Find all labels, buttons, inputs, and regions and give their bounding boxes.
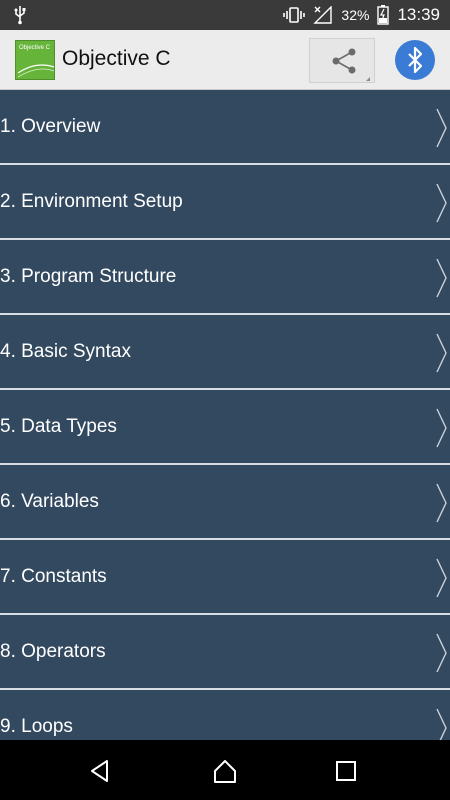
list-item[interactable]: 7. Constants [0, 540, 450, 615]
app-logo: Objective C [15, 40, 55, 80]
list-item-label: 7. Constants [0, 566, 107, 587]
list-item-label: 6. Variables [0, 491, 99, 512]
list-item[interactable]: 4. Basic Syntax [0, 315, 450, 390]
chevron-right-icon [436, 258, 447, 298]
list-item[interactable]: 6. Variables [0, 465, 450, 540]
chevron-right-icon [436, 633, 447, 673]
share-button[interactable] [309, 38, 375, 83]
list-item-label: 5. Data Types [0, 416, 117, 437]
list-item[interactable]: 3. Program Structure [0, 240, 450, 315]
list-item[interactable]: 5. Data Types [0, 390, 450, 465]
battery-percent: 32% [341, 7, 370, 23]
battery-icon [377, 5, 390, 25]
clock: 13:39 [397, 5, 440, 24]
list-item-label: 2. Environment Setup [0, 191, 183, 212]
back-icon[interactable] [87, 758, 113, 784]
app-title: Objective C [62, 47, 171, 70]
vibrate-icon [283, 7, 306, 23]
list-item[interactable]: 1. Overview [0, 90, 450, 165]
usb-icon [14, 6, 26, 25]
chevron-right-icon [436, 333, 447, 373]
list-item-label: 4. Basic Syntax [0, 341, 131, 362]
chevron-right-icon [436, 408, 447, 448]
system-nav-bar [0, 740, 450, 800]
chevron-right-icon [436, 183, 447, 223]
chevron-right-icon [436, 708, 447, 740]
chevron-right-icon [436, 558, 447, 598]
home-icon[interactable] [212, 758, 238, 784]
list-item-label: 9. Loops [0, 716, 73, 737]
topic-list: 1. Overview 2. Environment Setup 3. Prog… [0, 90, 450, 740]
bluetooth-icon [408, 46, 423, 74]
list-item-label: 8. Operators [0, 641, 106, 662]
list-item[interactable]: 9. Loops [0, 690, 450, 740]
bluetooth-button[interactable] [395, 40, 435, 80]
share-icon [332, 48, 370, 81]
recents-icon[interactable] [333, 758, 359, 784]
list-item[interactable]: 8. Operators [0, 615, 450, 690]
list-item-label: 3. Program Structure [0, 266, 177, 287]
list-item-label: 1. Overview [0, 116, 101, 137]
logo-text: Objective C [19, 45, 51, 51]
chevron-right-icon [436, 483, 447, 523]
list-item[interactable]: 2. Environment Setup [0, 165, 450, 240]
chevron-right-icon [436, 108, 447, 148]
status-bar: 32% 13:39 [0, 0, 450, 30]
no-signal-icon [313, 6, 333, 24]
